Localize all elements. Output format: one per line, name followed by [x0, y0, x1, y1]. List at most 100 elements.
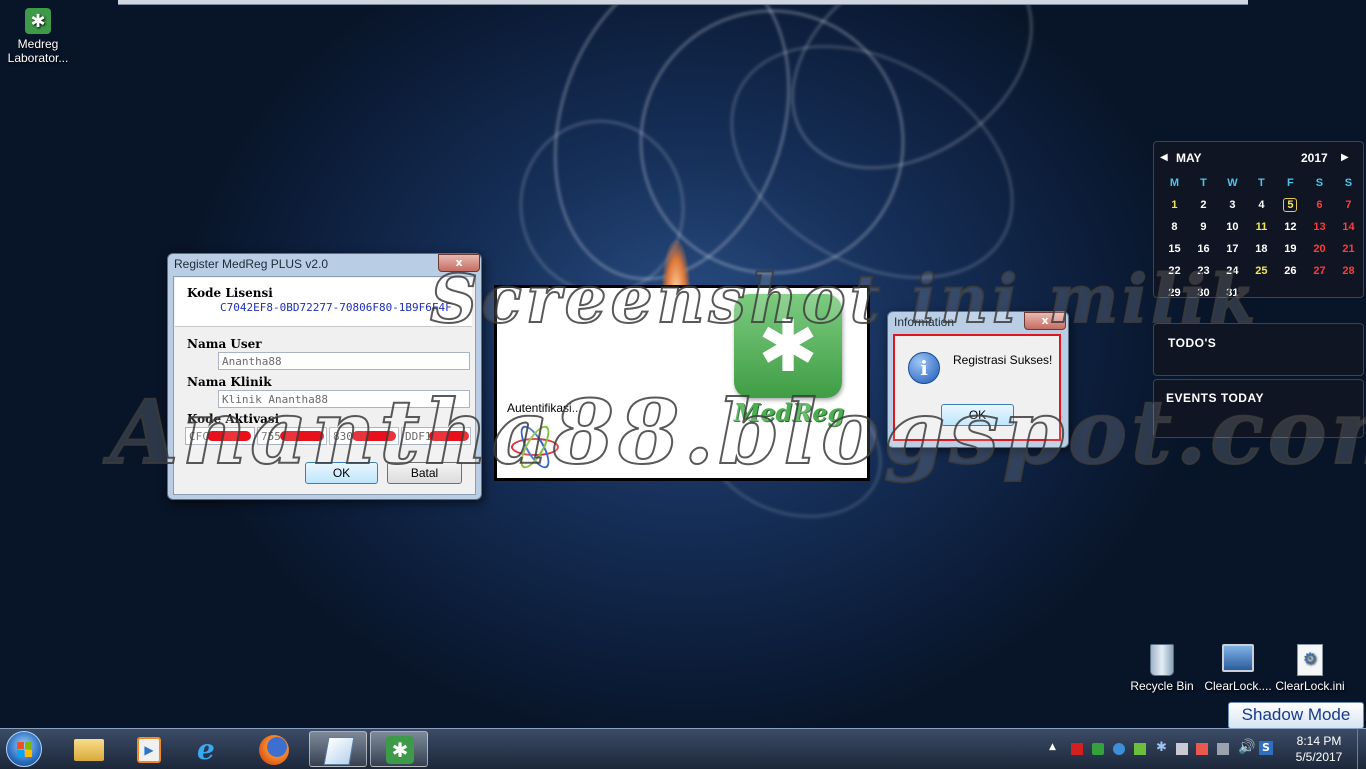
clinic-field[interactable]: Klinik Anantha88 [218, 390, 470, 408]
close-button[interactable]: x [1024, 312, 1066, 330]
information-dialog: Information x i Registrasi Sukses! OK [887, 311, 1069, 448]
ok-button[interactable]: OK [305, 462, 378, 484]
internet-explorer-icon: e [197, 733, 215, 766]
monitor-tray-icon[interactable] [1176, 743, 1188, 755]
calendar-day[interactable]: 29 [1160, 282, 1189, 304]
medreg-icon: ✱ [386, 736, 414, 764]
antivirus-icon[interactable]: S [1259, 741, 1273, 755]
medreg-icon: ✱ [25, 8, 51, 34]
calendar-day[interactable]: 17 [1218, 238, 1247, 260]
network-icon[interactable] [1113, 743, 1125, 755]
message-text: Registrasi Sukses! [953, 353, 1053, 367]
calendar-day [1334, 282, 1363, 304]
taskbar-medreg[interactable]: ✱ [370, 731, 428, 767]
flag-icon[interactable] [1071, 743, 1083, 755]
todo-gadget: TODO'S [1153, 323, 1364, 376]
calendar-day[interactable]: 5 [1276, 194, 1305, 216]
taskbar-notepad[interactable] [309, 731, 367, 767]
update-icon[interactable] [1134, 743, 1146, 755]
calendar-day[interactable]: 13 [1305, 216, 1334, 238]
todo-title: TODO'S [1168, 336, 1217, 350]
calendar-day[interactable]: 20 [1305, 238, 1334, 260]
calendar-day[interactable]: 21 [1334, 238, 1363, 260]
status-text: Autentifikasi... [507, 401, 582, 415]
calendar-day[interactable]: 8 [1160, 216, 1189, 238]
calendar-weekday: M [1169, 177, 1180, 189]
clock-date: 5/5/2017 [1295, 750, 1343, 764]
activation-label: Kode Aktivasi [187, 412, 280, 426]
clinic-label: Nama Klinik [187, 375, 272, 389]
calendar-day[interactable]: 30 [1189, 282, 1218, 304]
calendar-day[interactable]: 3 [1218, 194, 1247, 216]
calendar-day[interactable]: 10 [1218, 216, 1247, 238]
calendar-day[interactable]: 22 [1160, 260, 1189, 282]
calendar-day[interactable]: 27 [1305, 260, 1334, 282]
calendar-year: 2017 [1301, 151, 1328, 165]
desktop-icon-clearlock[interactable]: ClearLock.... [1200, 644, 1276, 693]
shield-icon[interactable] [1092, 743, 1104, 755]
settings-file-icon: ⚙ [1297, 644, 1323, 676]
calendar-day[interactable]: 2 [1189, 194, 1218, 216]
calendar-weekday: T [1258, 177, 1265, 189]
calendar-day[interactable]: 1 [1160, 194, 1189, 216]
splash-window: ✱ MedReg Autentifikasi... [494, 285, 870, 481]
clock-time: 8:14 PM [1296, 734, 1342, 748]
calendar-day[interactable]: 14 [1334, 216, 1363, 238]
calendar-day[interactable]: 12 [1276, 216, 1305, 238]
calendar-day[interactable]: 4 [1247, 194, 1276, 216]
events-title: EVENTS TODAY [1166, 391, 1265, 405]
calendar-day[interactable]: 6 [1305, 194, 1334, 216]
calendar-day[interactable]: 23 [1189, 260, 1218, 282]
calendar-day[interactable]: 24 [1218, 260, 1247, 282]
desktop-icon-recycle-bin[interactable]: Recycle Bin [1124, 644, 1200, 693]
logo-text: MedReg [733, 398, 845, 427]
network-bars-icon[interactable] [1217, 743, 1229, 755]
calendar-day[interactable]: 7 [1334, 194, 1363, 216]
calendar-weekday: T [1200, 177, 1207, 189]
redaction-mark [207, 431, 251, 441]
redaction-mark [280, 431, 324, 441]
shadow-mode-button[interactable]: Shadow Mode [1228, 702, 1364, 729]
info-icon: i [908, 352, 940, 384]
show-desktop-button[interactable] [1357, 729, 1366, 769]
calendar-weekday: S [1344, 177, 1353, 189]
taskbar-internet-explorer[interactable]: e [183, 731, 241, 767]
calendar-day[interactable]: 9 [1189, 216, 1218, 238]
clock[interactable]: 8:14 PM 5/5/2017 [1284, 733, 1354, 765]
medreg-logo-icon: ✱ [734, 294, 842, 398]
taskbar-media-player[interactable]: ▶ [120, 731, 178, 767]
recycle-bin-icon [1150, 644, 1174, 676]
calendar-day [1276, 282, 1305, 304]
desktop-icon-medreg[interactable]: ✱ Medreg Laborator... [0, 8, 76, 65]
desktop-icon-label: Recycle Bin [1130, 679, 1194, 693]
next-month-icon[interactable]: ▶ [1341, 152, 1349, 163]
taskbar-folder[interactable] [60, 731, 118, 767]
calendar-day[interactable]: 15 [1160, 238, 1189, 260]
calendar-day[interactable]: 11 [1247, 216, 1276, 238]
desktop-icon-label: ClearLock.... [1204, 679, 1272, 693]
windows-start-icon[interactable] [6, 731, 42, 767]
calendar-day[interactable]: 28 [1334, 260, 1363, 282]
desktop-icon-clearlock-ini[interactable]: ⚙ ClearLock.ini [1272, 644, 1348, 693]
device-icon[interactable] [1196, 743, 1208, 755]
calendar-day[interactable]: 25 [1247, 260, 1276, 282]
ok-button[interactable]: OK [941, 404, 1014, 426]
close-button[interactable]: x [438, 254, 480, 272]
taskbar-firefox[interactable] [245, 731, 303, 767]
calendar-day[interactable]: 18 [1247, 238, 1276, 260]
window-edge-top [118, 0, 1248, 5]
calendar-day[interactable]: 16 [1189, 238, 1218, 260]
calendar-day[interactable]: 19 [1276, 238, 1305, 260]
calendar-day[interactable]: 26 [1276, 260, 1305, 282]
volume-icon[interactable]: 🔊 [1238, 739, 1255, 755]
prev-month-icon[interactable]: ◀ [1160, 152, 1168, 163]
media-player-icon: ▶ [137, 737, 161, 763]
events-gadget: EVENTS TODAY [1153, 379, 1364, 438]
user-field[interactable]: Anantha88 [218, 352, 470, 370]
cancel-button[interactable]: Batal [387, 462, 462, 484]
show-hidden-icons-icon[interactable]: ▲ [1049, 742, 1056, 752]
calendar-weekday: W [1227, 177, 1238, 189]
calendar-weekday: F [1287, 177, 1294, 189]
bluetooth-icon[interactable]: ✱ [1156, 740, 1167, 755]
calendar-day[interactable]: 31 [1218, 282, 1247, 304]
